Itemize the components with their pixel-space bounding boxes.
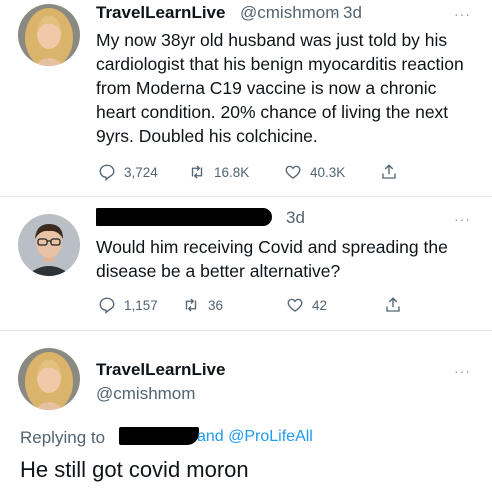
tweet-time[interactable]: 3d (286, 208, 305, 228)
reply-text: He still got covid moron (20, 457, 249, 482)
retweet-icon (191, 165, 203, 179)
reply-count: 3,724 (124, 164, 158, 180)
more-options-icon[interactable]: ··· (454, 364, 471, 378)
avatar-travellearnlive[interactable] (18, 348, 80, 410)
like-button[interactable]: 40.3K (284, 163, 380, 181)
retweet-count: 36 (208, 297, 224, 313)
retweet-count: 16.8K (214, 164, 250, 180)
share-icon (382, 164, 396, 179)
author-handle[interactable]: @cmishmom (240, 3, 339, 23)
divider (0, 330, 492, 331)
share-button[interactable] (384, 296, 402, 314)
redacted-name (96, 208, 272, 226)
reply-icon (99, 297, 115, 314)
like-count: 42 (312, 297, 328, 313)
retweet-icon (185, 298, 197, 312)
author-handle[interactable]: @cmishmom (96, 384, 195, 404)
like-button[interactable]: 42 (286, 296, 384, 314)
tweet-actions: 3,724 16.8K 40.3K (98, 163, 398, 181)
author-name[interactable]: TravelLearnLive (96, 3, 225, 23)
replying-to-mentions[interactable]: and @ProLifeAll (197, 428, 313, 446)
dot-separator: · (332, 3, 338, 22)
retweet-button[interactable]: 16.8K (188, 163, 284, 181)
retweet-button[interactable]: 36 (182, 296, 286, 314)
reply-count: 1,157 (124, 297, 158, 313)
replying-to-label: Replying to (20, 428, 106, 447)
share-button[interactable] (380, 163, 398, 181)
share-icon (386, 297, 400, 312)
avatar-replier[interactable] (18, 214, 80, 276)
reply-button[interactable]: 1,157 (98, 296, 182, 314)
tweet-time[interactable]: 3d (343, 3, 362, 23)
heart-icon (287, 298, 303, 312)
tweet-text: Would him receiving Covid and spreading … (96, 237, 448, 281)
more-options-icon[interactable]: ··· (454, 212, 471, 226)
like-count: 40.3K (310, 164, 346, 180)
tweet-actions: 1,157 36 42 (98, 296, 402, 314)
redacted-handle (119, 427, 199, 445)
more-options-icon[interactable]: ··· (454, 7, 471, 21)
divider (0, 196, 492, 197)
tweet-text: My now 38yr old husband was just told by… (96, 30, 464, 146)
reply-icon (99, 164, 115, 181)
reply-button[interactable]: 3,724 (98, 163, 188, 181)
heart-icon (285, 165, 301, 179)
author-name[interactable]: TravelLearnLive (96, 360, 225, 380)
avatar-travellearnlive[interactable] (18, 4, 80, 66)
